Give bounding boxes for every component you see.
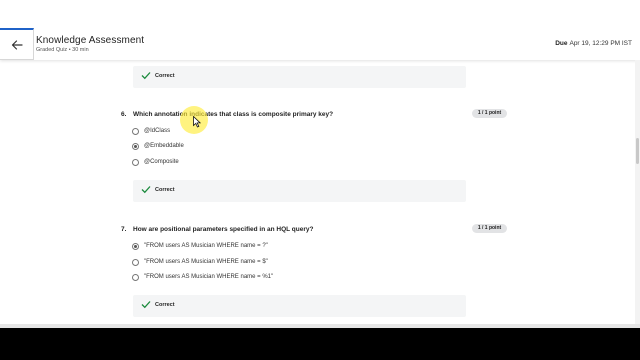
option-label: @IdClass bbox=[144, 128, 171, 134]
question-number: 6. bbox=[121, 111, 127, 118]
due-date: Due Apr 19, 12:29 PM IST bbox=[555, 40, 632, 47]
scrollbar[interactable] bbox=[635, 60, 640, 324]
points-badge: 1 / 1 point bbox=[472, 109, 507, 118]
quiz-title: Knowledge Assessment bbox=[36, 35, 145, 46]
quiz-subtitle: Graded Quiz • 30 min bbox=[36, 47, 89, 53]
black-band bbox=[0, 328, 640, 360]
quiz-content: Correct 6. Which annotation indicates th… bbox=[0, 60, 640, 324]
option-percent[interactable]: "FROM users AS Musician WHERE name = %1" bbox=[132, 272, 273, 282]
question-number: 7. bbox=[121, 226, 127, 233]
feedback-correct: Correct bbox=[133, 295, 466, 317]
check-icon bbox=[141, 186, 151, 194]
scrollbar-thumb[interactable] bbox=[636, 138, 639, 164]
feedback-correct: Correct bbox=[133, 66, 466, 88]
mouse-pointer-icon bbox=[193, 116, 201, 128]
radio-button[interactable] bbox=[132, 158, 139, 166]
option-embeddable[interactable]: @Embeddable bbox=[132, 141, 184, 151]
top-bar: Knowledge Assessment Graded Quiz • 30 mi… bbox=[0, 0, 640, 60]
feedback-correct: Correct bbox=[133, 180, 466, 202]
feedback-label: Correct bbox=[155, 73, 175, 79]
radio-button[interactable] bbox=[132, 258, 139, 266]
option-label: @Composite bbox=[144, 159, 179, 165]
option-label: "FROM users AS Musician WHERE name = $" bbox=[144, 259, 268, 265]
check-icon bbox=[141, 72, 151, 80]
radio-button-selected[interactable] bbox=[132, 242, 139, 250]
option-label: "FROM users AS Musician WHERE name = ?" bbox=[144, 243, 268, 249]
question-text: How are positional parameters specified … bbox=[133, 226, 314, 233]
quiz-title-block: Knowledge Assessment Graded Quiz • 30 mi… bbox=[36, 35, 144, 53]
option-question-mark[interactable]: "FROM users AS Musician WHERE name = ?" bbox=[132, 241, 268, 251]
option-label: @Embeddable bbox=[144, 143, 184, 149]
feedback-label: Correct bbox=[155, 187, 175, 193]
check-icon bbox=[141, 301, 151, 309]
radio-button[interactable] bbox=[132, 127, 139, 135]
radio-button-selected[interactable] bbox=[132, 142, 139, 150]
points-badge: 1 / 1 point bbox=[472, 224, 507, 233]
option-composite[interactable]: @Composite bbox=[132, 157, 179, 167]
radio-button[interactable] bbox=[132, 273, 139, 281]
due-value: Apr 19, 12:29 PM IST bbox=[569, 40, 632, 47]
due-label: Due bbox=[555, 40, 568, 47]
option-idclass[interactable]: @IdClass bbox=[132, 126, 170, 136]
question-7: 7. How are positional parameters specifi… bbox=[121, 224, 511, 236]
back-button[interactable] bbox=[0, 28, 34, 60]
question-text: Which annotation indicates that class is… bbox=[133, 111, 334, 118]
option-dollar[interactable]: "FROM users AS Musician WHERE name = $" bbox=[132, 257, 268, 267]
option-label: "FROM users AS Musician WHERE name = %1" bbox=[144, 274, 274, 280]
arrow-left-icon bbox=[11, 39, 23, 50]
feedback-label: Correct bbox=[155, 302, 175, 308]
